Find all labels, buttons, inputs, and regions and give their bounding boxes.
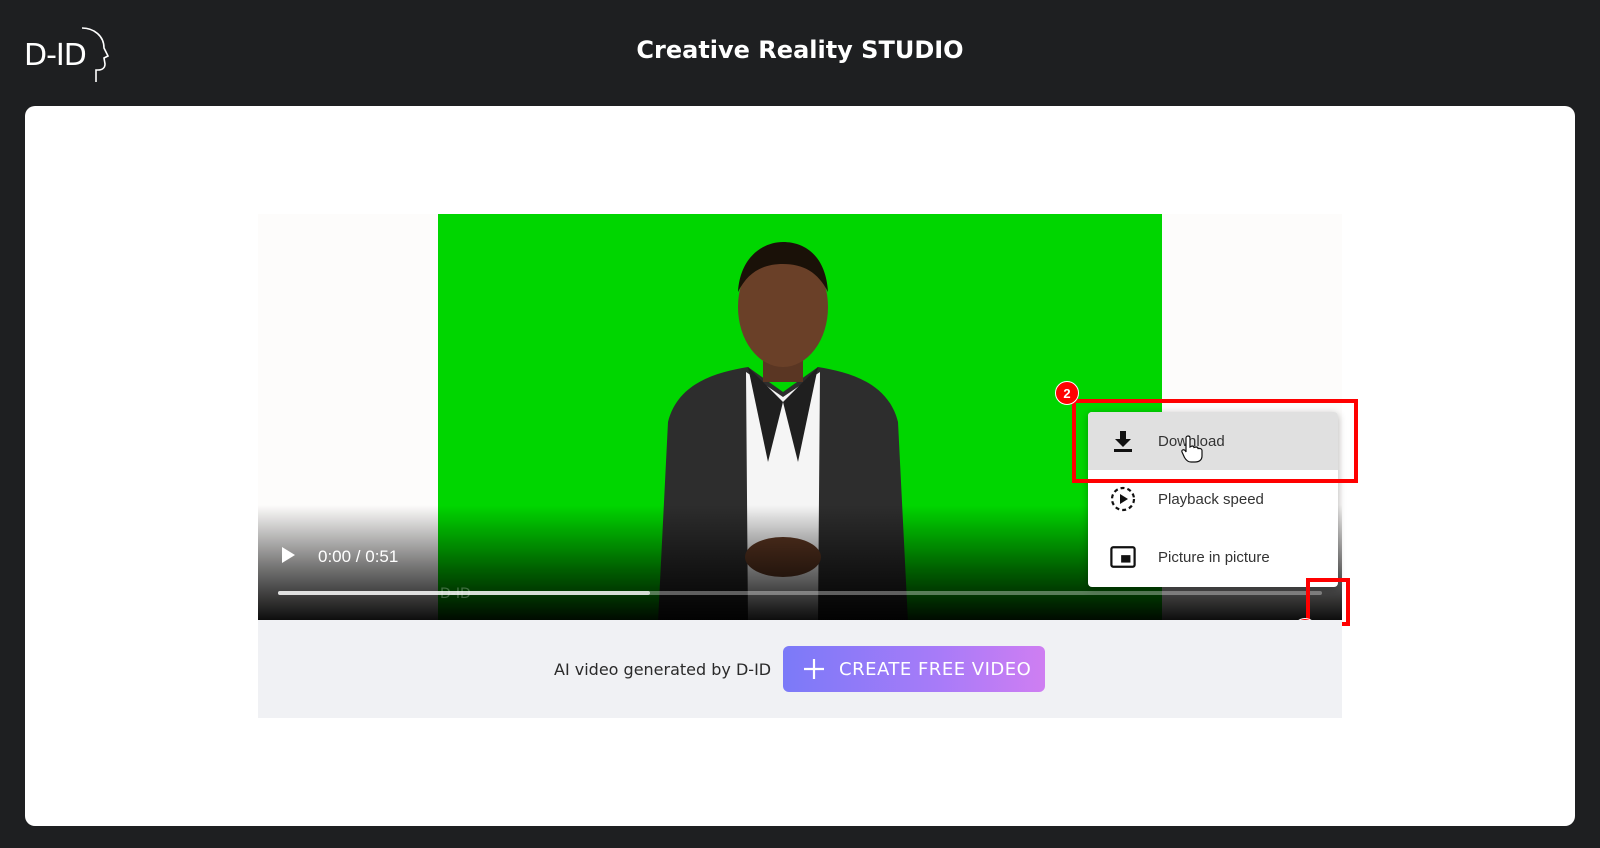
- annotation-box-download: [1072, 399, 1358, 483]
- time-display: 0:00 / 0:51: [318, 547, 399, 566]
- picture-in-picture-icon: [1110, 544, 1136, 570]
- play-button[interactable]: [278, 545, 298, 565]
- playback-speed-icon: [1110, 486, 1136, 512]
- seek-buffered: [278, 591, 650, 595]
- attribution-text: AI video generated by D-ID: [554, 660, 772, 679]
- annotation-box-more-options: [1306, 578, 1350, 626]
- page-title: Creative Reality STUDIO: [636, 36, 964, 64]
- seek-bar[interactable]: [278, 591, 1322, 595]
- menu-item-label: Picture in picture: [1158, 548, 1270, 566]
- video-footer: AI video generated by D-ID CREATE FREE V…: [258, 620, 1342, 718]
- play-icon: [282, 547, 295, 563]
- annotation-badge-2: 2: [1055, 381, 1079, 405]
- menu-item-picture-in-picture[interactable]: Picture in picture: [1088, 528, 1338, 586]
- menu-item-label: Playback speed: [1158, 490, 1264, 508]
- create-free-video-button[interactable]: CREATE FREE VIDEO: [783, 646, 1045, 692]
- cta-label: CREATE FREE VIDEO: [839, 659, 1032, 680]
- plus-icon: [804, 659, 824, 679]
